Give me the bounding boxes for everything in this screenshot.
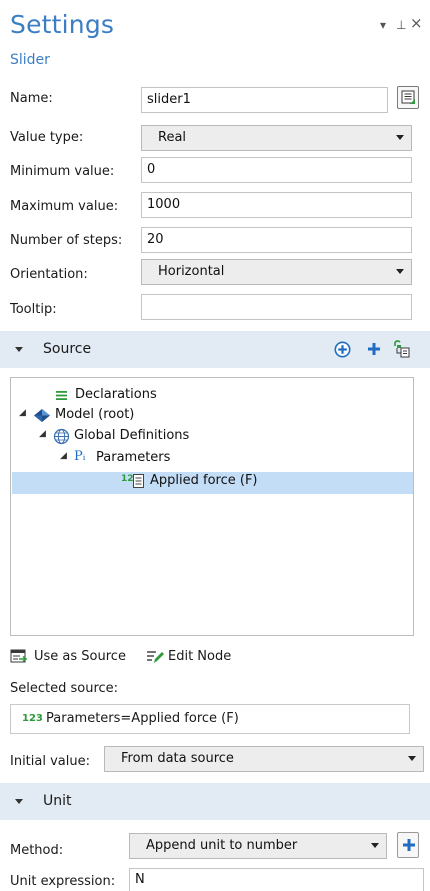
initial-value-label: Initial value: [10,754,90,769]
close-icon[interactable]: × [410,14,423,32]
unit-section-title: Unit [43,793,72,809]
source-tree[interactable]: Declarations ◢ Model (root) ◢ Global Def… [10,377,414,636]
unit-expression-input[interactable]: N [129,868,424,891]
declarations-icon [55,390,68,405]
collapse-chevron-icon [15,347,23,352]
source-section-title: Source [43,341,92,357]
source-section-header[interactable]: Source [0,331,430,368]
tree-item-label: Declarations [75,387,157,402]
parameter-table-icon [133,474,144,492]
tooltip-input[interactable] [141,294,412,320]
selected-source-value: Parameters=Applied force (F) [46,711,239,726]
use-as-source-icon [10,648,28,669]
chevron-down-icon [408,756,416,761]
tree-item-label: Global Definitions [74,428,190,443]
add-icon [402,838,416,856]
parameters-icon: Pᵢ [74,449,86,464]
unit-expression-label: Unit expression: [10,874,116,889]
expand-arrow-icon[interactable]: ◢ [60,451,67,461]
maximum-value-label: Maximum value: [10,199,119,214]
add-subnode-icon[interactable] [392,339,412,363]
add-icon[interactable] [367,342,381,360]
value-type-select[interactable]: Real [141,125,412,151]
initial-value-value: From data source [121,751,234,766]
chevron-down-icon [371,843,379,848]
orientation-label: Orientation: [10,267,88,282]
use-as-source-label: Use as Source [34,649,126,664]
globe-icon [53,428,70,449]
tree-item-label: Applied force (F) [150,473,258,488]
edit-node-pencil-icon [146,649,164,669]
parameter-value-icon: 12 [121,474,134,484]
chevron-down-icon [396,135,404,140]
method-value: Append unit to number [146,838,298,853]
edit-node-label: Edit Node [168,649,232,664]
value-type-label: Value type: [10,130,84,145]
minimum-value-label: Minimum value: [10,164,115,179]
model-icon [33,408,51,427]
selected-source-label: Selected source: [10,681,119,696]
value-type-value: Real [158,130,187,145]
method-select[interactable]: Append unit to number [129,833,387,859]
initial-value-select[interactable]: From data source [104,746,424,772]
method-label: Method: [10,843,64,858]
name-input[interactable]: slider1 [141,87,388,113]
panel-title: Settings [10,10,115,39]
number-of-steps-input[interactable]: 20 [141,227,412,253]
pin-icon[interactable]: ⊥ [396,18,406,32]
collapse-chevron-icon [15,799,23,804]
add-circle-icon[interactable] [334,341,351,362]
orientation-value: Horizontal [158,264,225,279]
parameter-value-icon: 123 [22,713,43,724]
selected-source-field: 123 Parameters=Applied force (F) [10,704,410,734]
maximum-value-input[interactable]: 1000 [141,192,412,218]
panel-subtitle: Slider [10,52,50,68]
expand-arrow-icon[interactable]: ◢ [19,408,26,418]
window-menu-icon[interactable]: ▾ [380,18,386,32]
unit-section-header[interactable]: Unit [0,783,430,820]
chevron-down-icon [396,269,404,274]
number-of-steps-label: Number of steps: [10,233,123,248]
tree-item-label: Model (root) [55,407,135,422]
tooltip-label: Tooltip: [10,302,57,317]
add-unit-button[interactable] [397,832,419,858]
edit-node-icon[interactable] [397,86,419,109]
orientation-select[interactable]: Horizontal [141,259,412,285]
minimum-value-input[interactable]: 0 [141,157,412,183]
expand-arrow-icon[interactable]: ◢ [39,429,46,439]
tree-item-label: Parameters [96,450,171,465]
name-label: Name: [10,91,53,106]
